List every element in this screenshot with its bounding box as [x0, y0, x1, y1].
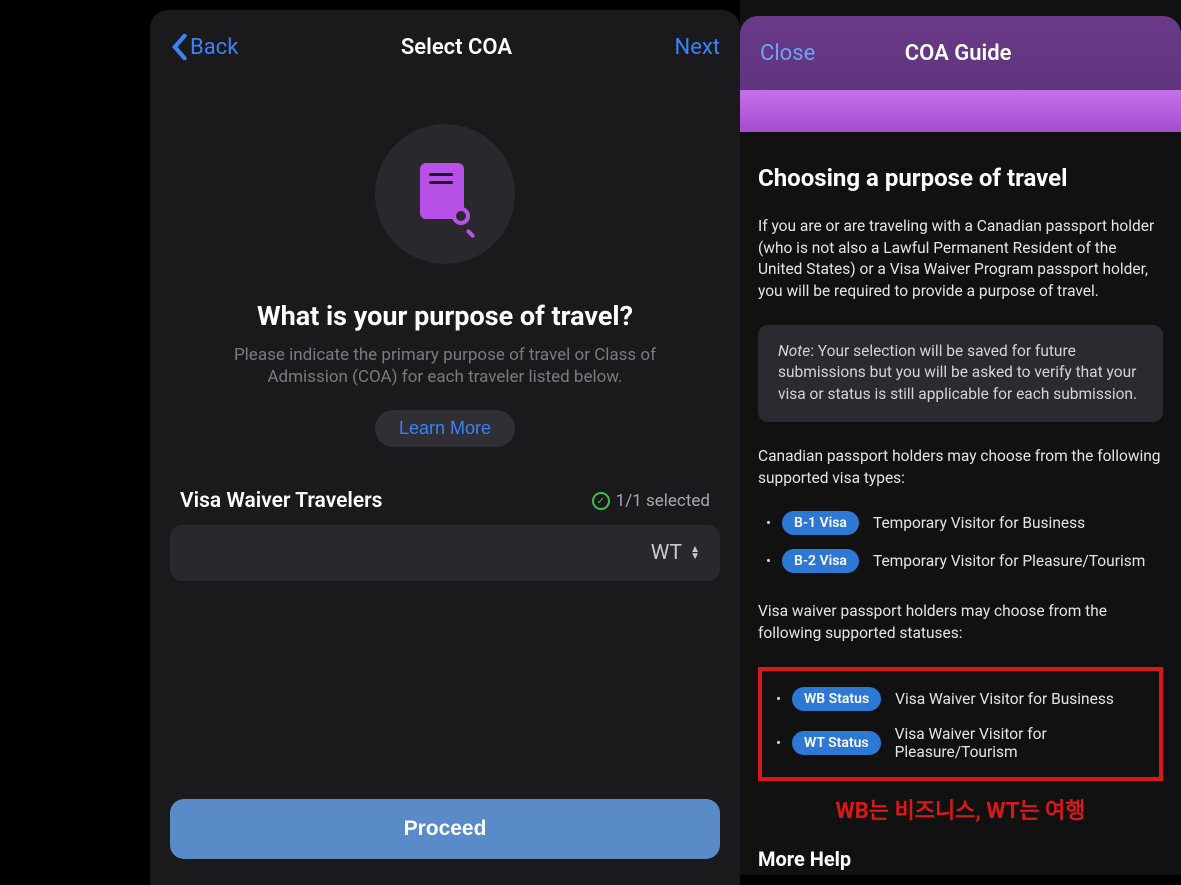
visa-badge: WB Status	[792, 687, 881, 711]
selection-count: ✓ 1/1 selected	[592, 491, 710, 511]
guide-para-1: If you are or are traveling with a Canad…	[758, 216, 1163, 303]
document-search-icon	[420, 163, 470, 225]
visa-desc: Visa Waiver Visitor for Business	[895, 690, 1114, 708]
more-help-heading: More Help	[758, 847, 1163, 871]
list-item: B-1 Visa Temporary Visitor for Business	[782, 511, 1163, 535]
list-item: WB Status Visa Waiver Visitor for Busine…	[792, 687, 1153, 711]
visa-badge: B-1 Visa	[782, 511, 859, 535]
back-button[interactable]: Back	[170, 33, 238, 61]
note-prefix: Note	[778, 342, 810, 360]
highlighted-status-box: WB Status Visa Waiver Visitor for Busine…	[758, 667, 1163, 781]
chevron-updown-icon: ▲▼	[690, 547, 700, 560]
traveler-row-selector[interactable]: WT ▲▼	[170, 525, 720, 581]
visa-badge: WT Status	[792, 731, 881, 755]
guide-heading: Choosing a purpose of travel	[758, 164, 1163, 192]
selected-coa-value: WT	[651, 541, 682, 565]
note-text: : Your selection will be saved for futur…	[778, 342, 1137, 403]
question-heading: What is your purpose of travel?	[150, 300, 740, 332]
coa-guide-screen: Close COA Guide Choosing a purpose of tr…	[740, 0, 1181, 875]
left-header: Back Select COA Next	[150, 10, 740, 84]
learn-more-button[interactable]: Learn More	[375, 410, 515, 447]
guide-para-2: Canadian passport holders may choose fro…	[758, 446, 1163, 489]
list-item: B-2 Visa Temporary Visitor for Pleasure/…	[782, 549, 1163, 573]
close-button[interactable]: Close	[760, 41, 815, 66]
next-button[interactable]: Next	[675, 35, 720, 60]
back-label: Back	[190, 35, 238, 60]
page-title: Select COA	[401, 35, 512, 60]
check-circle-icon: ✓	[592, 492, 610, 510]
visa-desc: Visa Waiver Visitor for Pleasure/Tourism	[895, 725, 1153, 761]
visa-desc: Temporary Visitor for Business	[873, 514, 1085, 532]
gradient-banner	[740, 90, 1181, 132]
chevron-left-icon	[170, 33, 188, 61]
canadian-visa-list: B-1 Visa Temporary Visitor for Business …	[758, 511, 1163, 573]
count-label: 1/1 selected	[616, 491, 710, 511]
korean-annotation: WB는 비즈니스, WT는 여행	[758, 793, 1163, 825]
proceed-button[interactable]: Proceed	[170, 799, 720, 859]
travelers-section-header: Visa Waiver Travelers ✓ 1/1 selected	[150, 447, 740, 523]
note-box: Note: Your selection will be saved for f…	[758, 325, 1163, 422]
select-coa-screen: Back Select COA Next What is your purpos…	[150, 10, 740, 885]
list-item: WT Status Visa Waiver Visitor for Pleasu…	[792, 725, 1153, 761]
purpose-icon-circle	[375, 124, 515, 264]
guide-para-3: Visa waiver passport holders may choose …	[758, 601, 1163, 644]
visa-badge: B-2 Visa	[782, 549, 859, 573]
right-header: Close COA Guide	[740, 16, 1181, 90]
guide-content: Choosing a purpose of travel If you are …	[740, 132, 1181, 875]
visa-desc: Temporary Visitor for Pleasure/Tourism	[873, 552, 1145, 570]
section-title: Visa Waiver Travelers	[180, 489, 382, 513]
waiver-status-list: WB Status Visa Waiver Visitor for Busine…	[768, 687, 1153, 761]
question-subtitle: Please indicate the primary purpose of t…	[150, 332, 740, 410]
guide-title: COA Guide	[905, 41, 1012, 66]
